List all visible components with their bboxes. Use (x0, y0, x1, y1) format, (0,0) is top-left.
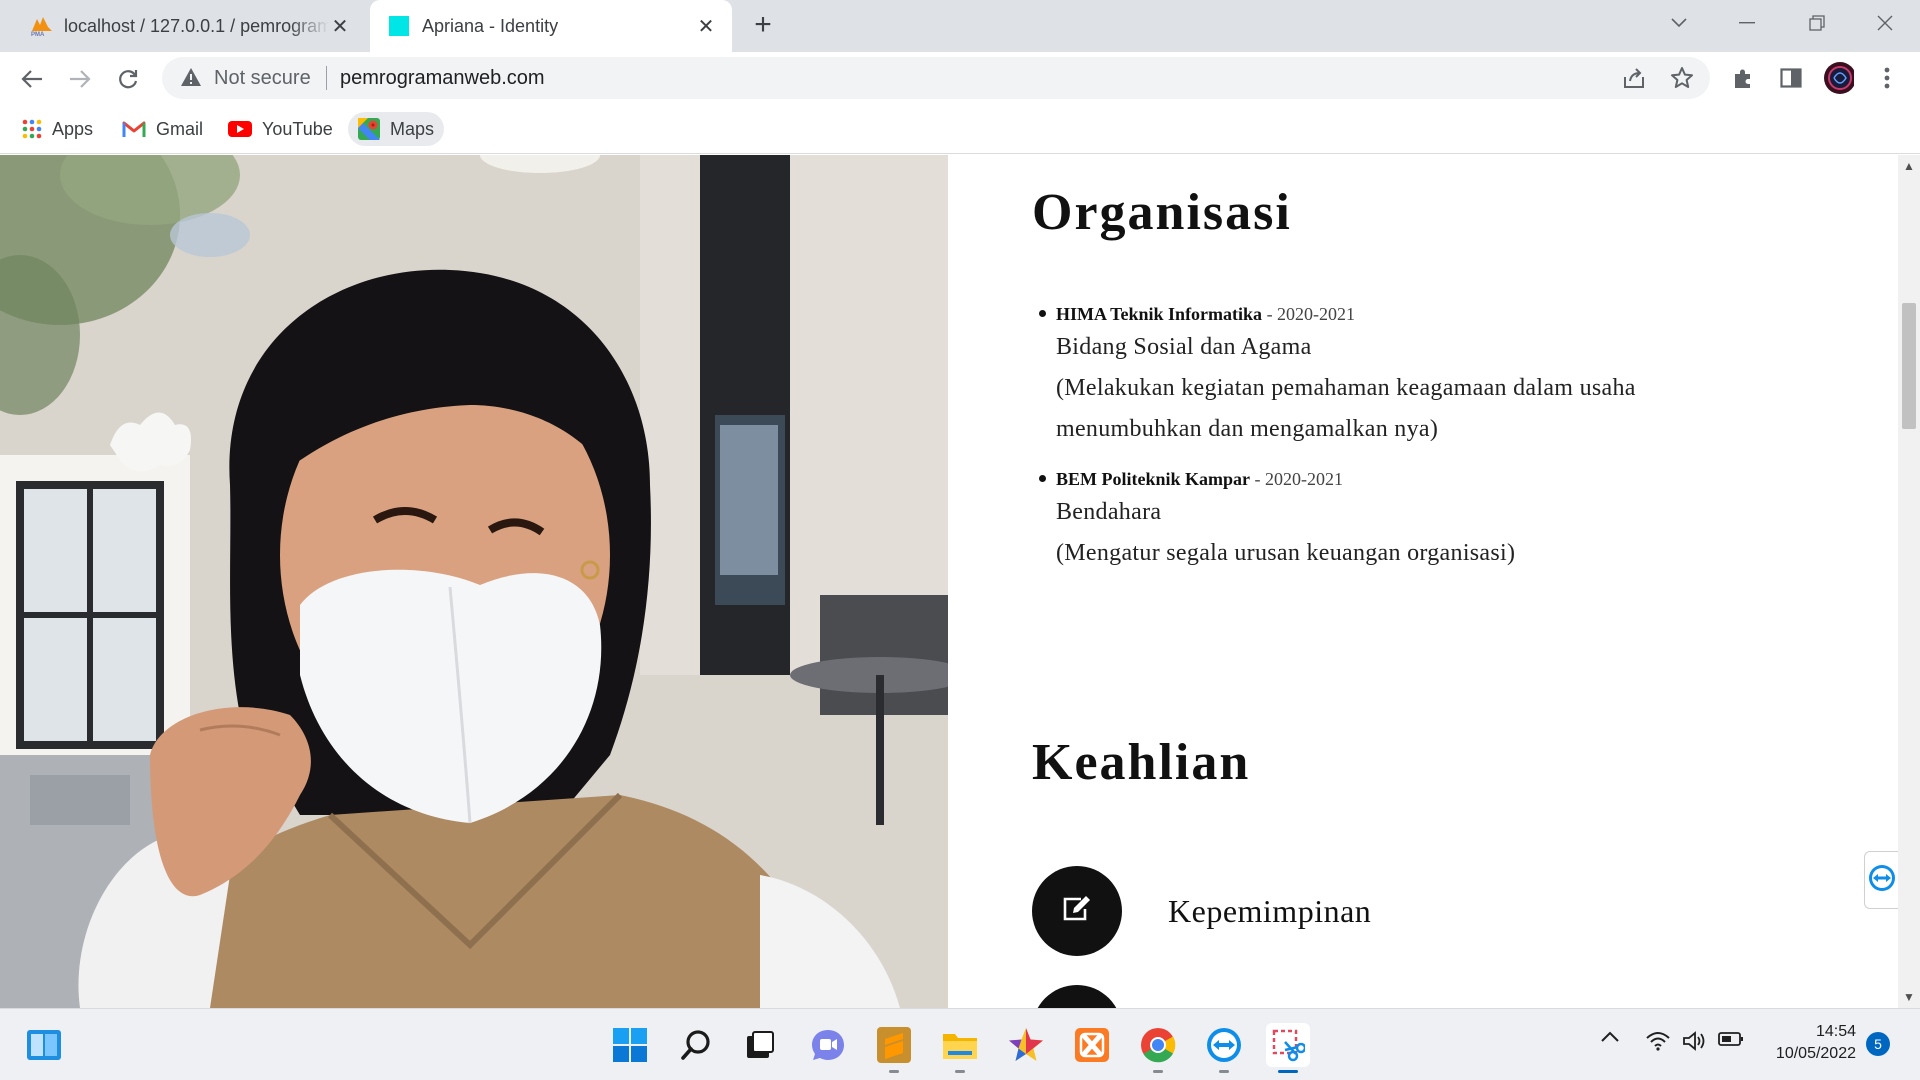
chrome-icon[interactable] (1136, 1023, 1180, 1073)
youtube-icon (228, 120, 252, 138)
address-separator (326, 66, 327, 90)
bullet (1039, 475, 1046, 482)
skill-item: Kepemimpinan (1032, 866, 1371, 956)
windows-taskbar: 14:54 10/05/2022 5 (0, 1008, 1920, 1080)
close-tab-icon[interactable]: ✕ (694, 14, 718, 38)
cyan-square-icon (388, 15, 410, 37)
wifi-icon[interactable] (1646, 1031, 1670, 1051)
profile-avatar[interactable] (1824, 62, 1854, 94)
reload-button[interactable] (111, 62, 145, 96)
share-icon[interactable] (1621, 65, 1647, 91)
bookmark-label: YouTube (262, 118, 333, 139)
section-heading-organisasi: Organisasi (1032, 184, 1292, 241)
show-hidden-icons-chevron-icon[interactable] (1600, 1031, 1620, 1043)
apps-grid-icon (22, 119, 42, 139)
teamviewer-side-widget[interactable] (1864, 851, 1898, 909)
organisasi-years: - 2020-2021 (1262, 304, 1356, 324)
skill-item-partial (1032, 985, 1122, 1008)
gmail-icon (122, 120, 146, 138)
system-clock[interactable]: 14:54 10/05/2022 (1762, 1021, 1856, 1065)
clock-time: 14:54 (1815, 1023, 1856, 1040)
teams-chat-icon[interactable] (806, 1023, 850, 1067)
profile-photo (0, 155, 948, 1008)
teamviewer-icon (1868, 864, 1896, 897)
bookmark-apps[interactable]: Apps (12, 112, 103, 146)
security-label[interactable]: Not secure (214, 67, 311, 90)
warning-triangle-icon[interactable] (180, 67, 202, 92)
organisasi-name: HIMA Teknik Informatika (1056, 304, 1263, 324)
scroll-down-arrow-icon[interactable]: ▼ (1903, 990, 1915, 1004)
bullet (1039, 310, 1046, 317)
xampp-icon[interactable] (1070, 1023, 1114, 1067)
star-app-icon[interactable] (1004, 1023, 1048, 1067)
clock-date: 10/05/2022 (1775, 1045, 1856, 1062)
snipping-tool-icon[interactable] (1266, 1023, 1310, 1073)
organisasi-description: (Melakukan kegiatan pemahaman keagamaan … (1056, 375, 1636, 442)
back-button[interactable] (15, 62, 49, 96)
extensions-puzzle-icon[interactable] (1728, 63, 1758, 93)
bookmark-youtube[interactable]: YouTube (218, 112, 343, 146)
task-view-icon[interactable] (738, 1023, 782, 1067)
tab-title: Apriana - Identity (422, 15, 559, 36)
scrollbar-thumb[interactable] (1902, 303, 1916, 429)
phpmyadmin-icon: PMA (30, 15, 52, 38)
content-column: Organisasi HIMA Teknik Informatika - 202… (948, 155, 1898, 1008)
search-icon[interactable] (674, 1023, 718, 1067)
teamviewer-icon[interactable] (1202, 1023, 1246, 1073)
organisasi-list: HIMA Teknik Informatika - 2020-2021 Bida… (1039, 301, 1776, 590)
tab-strip: PMA localhost / 127.0.0.1 / pemrograman … (0, 0, 1920, 52)
organisasi-item: BEM Politeknik Kampar - 2020-2021 Bendah… (1039, 466, 1776, 574)
organisasi-item: HIMA Teknik Informatika - 2020-2021 Bida… (1039, 301, 1776, 450)
battery-icon[interactable] (1718, 1031, 1744, 1047)
browser-toolbar: Not secure pemrogramanweb.com (0, 52, 1920, 104)
scroll-up-arrow-icon[interactable]: ▲ (1903, 159, 1915, 173)
bookmark-label: Maps (390, 118, 435, 139)
edit-icon (1061, 895, 1093, 928)
file-explorer-icon[interactable] (938, 1023, 982, 1073)
bookmark-label: Apps (52, 118, 94, 139)
skill-label: Kepemimpinan (1168, 892, 1372, 929)
minimize-button[interactable] (1724, 8, 1770, 38)
page-viewport: Organisasi HIMA Teknik Informatika - 202… (0, 155, 1920, 1008)
close-tab-icon[interactable]: ✕ (328, 14, 352, 38)
skill-icon-circle (1032, 985, 1122, 1008)
page-scrollbar[interactable]: ▲ ▼ (1898, 155, 1920, 1008)
maps-icon (358, 118, 380, 140)
bookmark-gmail[interactable]: Gmail (112, 112, 213, 146)
bookmark-star-icon[interactable] (1669, 65, 1695, 91)
organisasi-role: Bendahara (1056, 499, 1162, 525)
new-tab-button[interactable]: + (748, 10, 778, 41)
section-heading-keahlian: Keahlian (1032, 734, 1251, 791)
organisasi-item-header: HIMA Teknik Informatika - 2020-2021 (1056, 301, 1776, 327)
url-text[interactable]: pemrogramanweb.com (340, 67, 545, 90)
bookmark-label: Gmail (156, 118, 204, 139)
more-menu-icon[interactable] (1872, 63, 1902, 93)
organisasi-years: - 2020-2021 (1250, 469, 1344, 489)
sublime-text-icon[interactable] (872, 1023, 916, 1073)
organisasi-role: Bidang Sosial dan Agama (1056, 334, 1312, 360)
restore-button[interactable] (1794, 8, 1840, 38)
svg-text:PMA: PMA (31, 32, 45, 37)
organisasi-item-header: BEM Politeknik Kampar - 2020-2021 (1056, 466, 1776, 492)
notification-badge[interactable]: 5 (1866, 1032, 1890, 1056)
address-bar[interactable]: Not secure pemrogramanweb.com (162, 57, 1710, 99)
forward-button[interactable] (63, 62, 97, 96)
organisasi-name: BEM Politeknik Kampar (1056, 469, 1251, 489)
organisasi-description: (Mengatur segala urusan keuangan organis… (1056, 540, 1516, 566)
bookmark-maps[interactable]: Maps (348, 112, 445, 146)
close-window-button[interactable] (1862, 8, 1908, 38)
widgets-icon[interactable] (22, 1023, 66, 1067)
volume-icon[interactable] (1682, 1031, 1706, 1051)
side-panel-icon[interactable] (1776, 63, 1806, 93)
tab-search-chevron-icon[interactable] (1656, 8, 1702, 38)
skill-icon-circle (1032, 866, 1122, 956)
tab-phpmyadmin[interactable]: PMA localhost / 127.0.0.1 / pemrograman … (18, 0, 366, 52)
tab-apriana-identity[interactable]: Apriana - Identity ✕ (370, 0, 732, 52)
bookmarks-bar: Apps Gmail YouTube Maps (0, 104, 1920, 154)
windows-start-icon[interactable] (608, 1023, 652, 1067)
tab-title: localhost / 127.0.0.1 / pemrograman (64, 15, 329, 36)
